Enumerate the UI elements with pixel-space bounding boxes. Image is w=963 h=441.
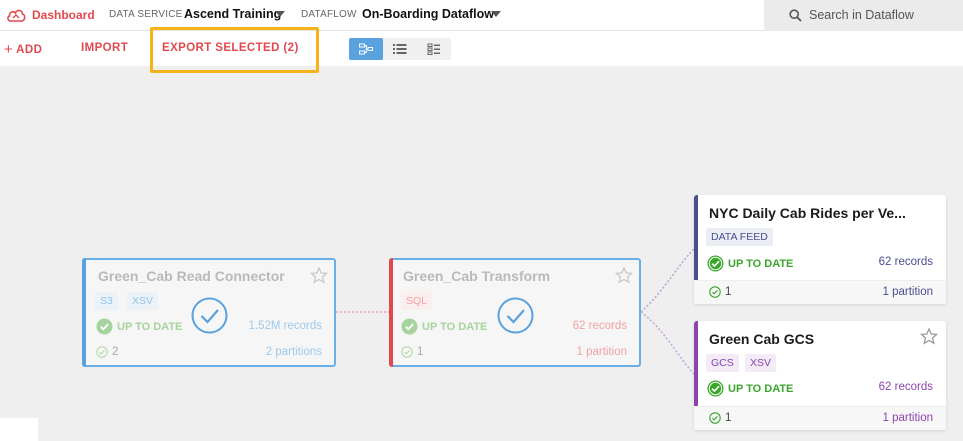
read-connector-node[interactable]: Green_Cab Read Connector S3 XSV UP TO DA… bbox=[82, 258, 336, 367]
status-indicator: UP TO DATE bbox=[707, 380, 793, 397]
selected-check-icon[interactable] bbox=[191, 297, 228, 334]
node-title: NYC Daily Cab Rides per Ve... bbox=[709, 205, 906, 221]
status-indicator: UP TO DATE bbox=[707, 255, 793, 272]
connector-transform-to-gcs bbox=[640, 311, 696, 376]
records-count: 1.52M records bbox=[248, 320, 322, 332]
status-text: UP TO DATE bbox=[728, 257, 794, 270]
status-indicator: UP TO DATE bbox=[96, 318, 182, 335]
node-footer: 1 1 partition bbox=[694, 406, 946, 430]
check-outline-icon bbox=[709, 286, 721, 298]
check-outline-icon bbox=[709, 412, 721, 424]
checks-count: 1 bbox=[709, 412, 731, 424]
partitions-count: 1 partition bbox=[882, 286, 933, 298]
tag-xsv: XSV bbox=[745, 354, 777, 372]
status-text: UP TO DATE bbox=[117, 320, 183, 333]
checks-value: 1 bbox=[417, 346, 424, 358]
check-circle-icon bbox=[707, 380, 724, 397]
checks-value: 2 bbox=[112, 346, 119, 358]
gcs-node[interactable]: Green Cab GCS GCS XSV UP TO DATE 62 reco… bbox=[694, 321, 946, 430]
check-circle-icon bbox=[96, 318, 113, 335]
check-outline-icon bbox=[96, 346, 108, 358]
check-circle-icon bbox=[707, 255, 724, 272]
partitions-count: 2 partitions bbox=[265, 346, 322, 358]
node-title: Green_Cab Read Connector bbox=[98, 268, 285, 284]
check-outline-icon bbox=[401, 346, 413, 358]
check-circle-icon bbox=[401, 318, 418, 335]
star-icon[interactable] bbox=[615, 267, 633, 284]
star-icon[interactable] bbox=[920, 328, 938, 345]
star-icon[interactable] bbox=[310, 267, 328, 284]
transform-node[interactable]: Green_Cab Transform SQL UP TO DATE 62 re… bbox=[389, 258, 641, 367]
checks-count: 2 bbox=[96, 346, 118, 358]
node-title: Green_Cab Transform bbox=[403, 268, 551, 284]
tag-gcs: GCS bbox=[706, 354, 739, 372]
status-text: UP TO DATE bbox=[728, 382, 794, 395]
partitions-count: 1 partition bbox=[882, 412, 933, 424]
checks-count: 1 bbox=[401, 346, 423, 358]
node-footer: 2 2 partitions bbox=[84, 341, 334, 365]
status-indicator: UP TO DATE bbox=[401, 318, 487, 335]
records-count: 62 records bbox=[878, 256, 933, 268]
records-count: 62 records bbox=[572, 320, 627, 332]
checks-value: 1 bbox=[725, 412, 732, 424]
checks-value: 1 bbox=[725, 286, 732, 298]
tag-xsv: XSV bbox=[127, 292, 159, 310]
bottom-left-panel bbox=[0, 418, 38, 441]
tag-sql: SQL bbox=[401, 292, 433, 310]
node-footer: 1 1 partition bbox=[694, 280, 946, 304]
status-text: UP TO DATE bbox=[422, 320, 488, 333]
node-footer: 1 1 partition bbox=[391, 341, 639, 365]
checks-count: 1 bbox=[709, 286, 731, 298]
partitions-count: 1 partition bbox=[576, 346, 627, 358]
data-feed-node[interactable]: NYC Daily Cab Rides per Ve... DATA FEED … bbox=[694, 195, 946, 304]
connector-transform-to-feed bbox=[640, 247, 696, 313]
selected-check-icon[interactable] bbox=[497, 297, 534, 334]
node-title: Green Cab GCS bbox=[709, 331, 815, 347]
tag-data-feed: DATA FEED bbox=[706, 228, 773, 246]
records-count: 62 records bbox=[878, 381, 933, 393]
tag-s3: S3 bbox=[95, 292, 118, 310]
